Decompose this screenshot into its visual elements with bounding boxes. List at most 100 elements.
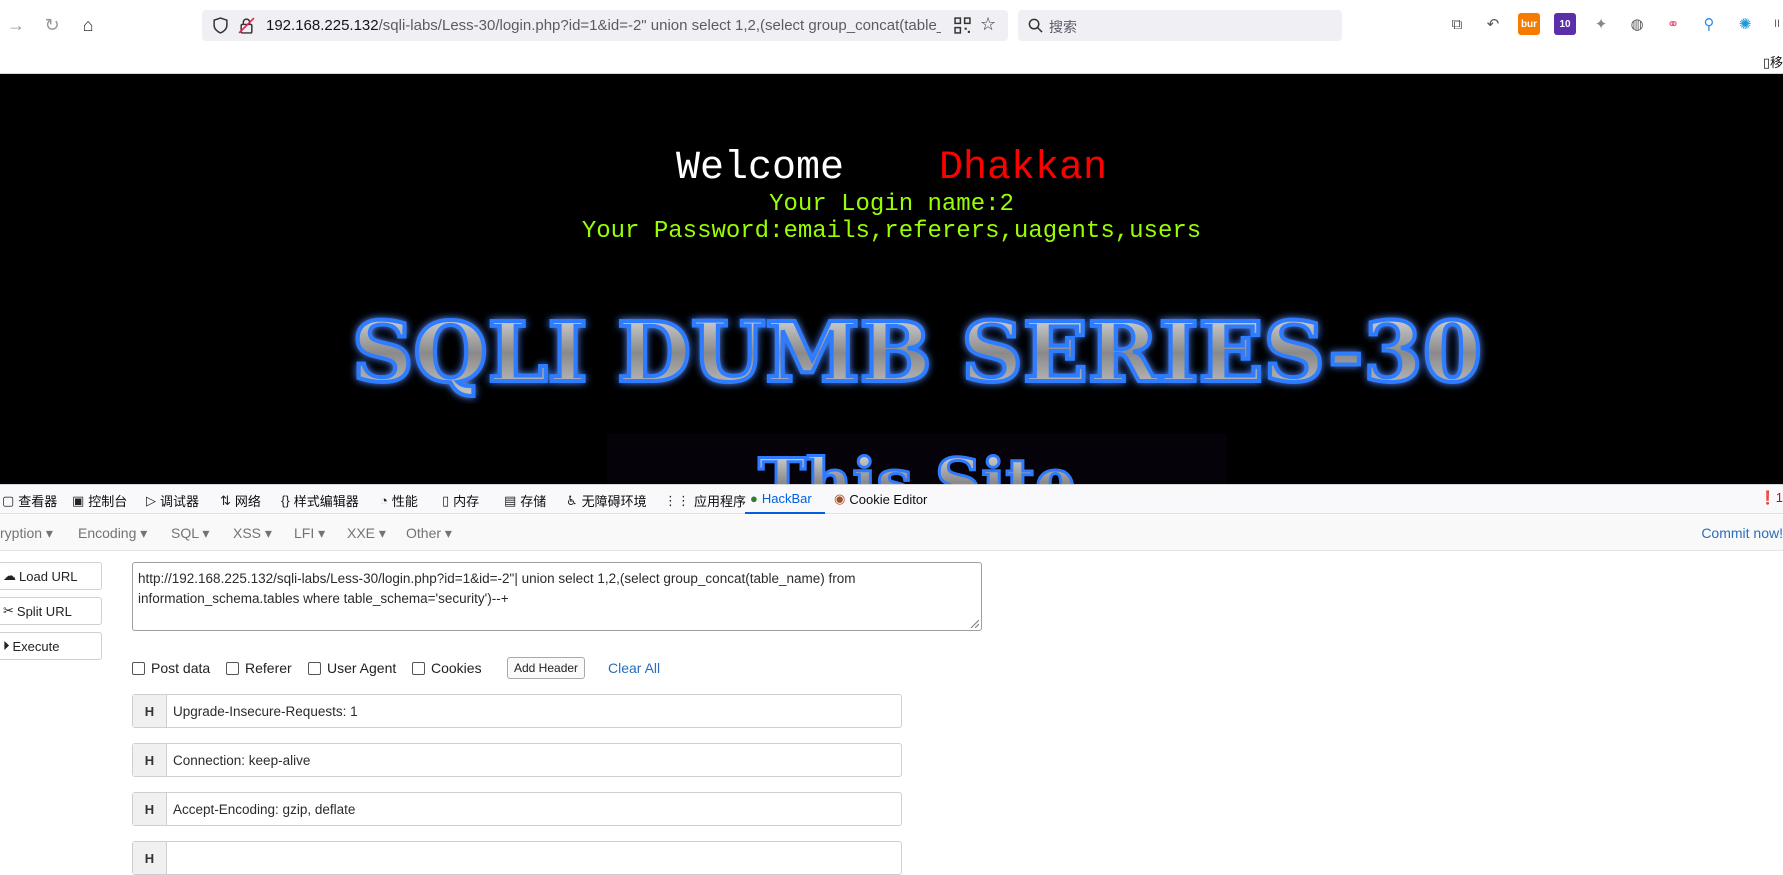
user-agent-checkbox[interactable] <box>308 661 321 675</box>
forward-icon[interactable]: → <box>4 13 28 37</box>
tab-network[interactable]: ⇅ 网络 <box>220 491 261 510</box>
site-banner: This Site <box>607 434 1227 484</box>
tab-hackbar[interactable]: ● HackBar <box>750 491 812 506</box>
address-bar[interactable]: 192.168.225.132/sqli-labs/Less-30/login.… <box>202 10 1008 41</box>
shield-icon[interactable] <box>212 17 229 34</box>
insecure-lock-icon[interactable] <box>238 17 255 34</box>
mobile-icon: ▯ <box>1762 55 1770 70</box>
split-url-button[interactable]: ✂ Split URL <box>0 597 102 625</box>
execute-button[interactable]: ⏵ Execute <box>0 632 102 660</box>
header-badge: H <box>133 793 167 825</box>
header-value[interactable]: Connection: keep-alive <box>167 744 310 776</box>
performance-icon: ◔ <box>380 493 388 508</box>
pin-icon[interactable]: ⚲ <box>1698 13 1720 35</box>
play-icon: ⏵ <box>3 638 10 653</box>
tab-performance[interactable]: ◔ 性能 <box>380 491 418 510</box>
tab-accessibility[interactable]: ♿ 无障碍环境 <box>566 491 647 510</box>
puzzle-icon[interactable]: ✦ <box>1590 13 1612 35</box>
storage-icon: ▤ <box>504 492 517 508</box>
header-row[interactable]: H <box>132 841 902 875</box>
tab-memory[interactable]: ▯ 内存 <box>442 491 479 510</box>
tab-style-editor[interactable]: {} 样式编辑器 <box>281 491 359 510</box>
post-data-option[interactable]: Post data <box>132 660 210 676</box>
login-name-line: Your Login name:2 <box>769 191 1014 218</box>
tab-application[interactable]: ⋮⋮ 应用程序 <box>664 491 746 510</box>
hackbar-menu: ryption ▾ Encoding ▾ SQL ▾ XSS ▾ LFI ▾ X… <box>0 515 1783 551</box>
header-row[interactable]: H Upgrade-Insecure-Requests: 1 <box>132 694 902 728</box>
devtools-tabbar: ▢ 查看器 ▣ 控制台 ▷ 调试器 ⇅ 网络 {} 样式编辑器 ◔ 性能 ▯ 内存 ▤ 存储 ♿… <box>0 485 1783 514</box>
user-agent-option[interactable]: User Agent <box>308 660 396 676</box>
crop-icon[interactable]: ⧉ <box>1446 13 1468 35</box>
tab-storage[interactable]: ▤ 存储 <box>504 491 546 510</box>
menu-other[interactable]: Other ▾ <box>406 525 452 542</box>
undo-icon[interactable]: ↶ <box>1482 13 1504 35</box>
header-row[interactable]: H Connection: keep-alive <box>132 743 902 777</box>
link-icon[interactable]: ⚭ <box>1662 13 1684 35</box>
cookie-editor-icon: ◉ <box>834 491 846 506</box>
network-icon: ⇅ <box>220 492 231 508</box>
header-value[interactable]: Upgrade-Insecure-Requests: 1 <box>167 695 358 727</box>
welcome-text: Welcome <box>675 146 844 191</box>
header-value[interactable] <box>167 842 173 874</box>
tab-inspector[interactable]: ▢ 查看器 <box>2 491 57 510</box>
scissors-icon: ✂ <box>3 603 14 618</box>
menu-encoding[interactable]: Encoding ▾ <box>78 525 147 542</box>
cookie-icon[interactable]: ◍ <box>1626 13 1648 35</box>
tab-console[interactable]: ▣ 控制台 <box>72 491 127 510</box>
commit-now-link[interactable]: Commit now! <box>1701 525 1783 541</box>
url-host: 192.168.225.132 <box>266 17 379 34</box>
menu-lfi[interactable]: LFI ▾ <box>294 525 325 542</box>
tab-debugger[interactable]: ▷ 调试器 <box>146 491 199 510</box>
header-badge: H <box>133 695 167 727</box>
hackbar-icon: ● <box>750 491 758 506</box>
reload-icon[interactable]: ↻ <box>40 13 64 37</box>
add-header-button[interactable]: Add Header <box>507 657 586 679</box>
page-viewport: Welcome Dhakkan Your Login name:2 Your Pa… <box>0 74 1783 484</box>
active-tab-indicator <box>745 512 825 514</box>
referer-option[interactable]: Referer <box>226 660 292 676</box>
menu-encryption[interactable]: ryption ▾ <box>0 525 53 542</box>
load-url-button[interactable]: ☁ Load URL <box>0 562 102 590</box>
url-text[interactable]: 192.168.225.132/sqli-labs/Less-30/login.… <box>266 17 941 34</box>
home-icon[interactable]: ⌂ <box>76 13 100 37</box>
header-value[interactable]: Accept-Encoding: gzip, deflate <box>167 793 355 825</box>
bookmark-star-icon[interactable]: ☆ <box>980 14 997 34</box>
header-row[interactable]: H Accept-Encoding: gzip, deflate <box>132 792 902 826</box>
burp-icon[interactable]: bur <box>1518 13 1540 35</box>
error-count-badge[interactable]: ❗1 <box>1760 490 1783 506</box>
cookies-checkbox[interactable] <box>412 661 425 675</box>
menu-xxe[interactable]: XXE ▾ <box>347 525 386 542</box>
download-badge-icon[interactable]: 10 <box>1554 13 1576 35</box>
referer-checkbox[interactable] <box>226 661 239 675</box>
accessibility-icon: ♿ <box>566 492 578 508</box>
style-editor-icon: {} <box>281 493 290 508</box>
translate-icon[interactable]: ✺ <box>1734 13 1756 35</box>
welcome-heading: Welcome Dhakkan <box>0 146 1783 191</box>
header-badge: H <box>133 842 167 874</box>
cloud-download-icon: ☁ <box>3 568 16 583</box>
url-textarea[interactable]: http://192.168.225.132/sqli-labs/Less-30… <box>132 562 982 631</box>
more-ext-icon[interactable]: II <box>1766 13 1783 35</box>
error-icon: ❗ <box>1759 490 1776 505</box>
url-line-1: http://192.168.225.132/sqli-labs/Less-30… <box>138 571 856 586</box>
clear-all-link[interactable]: Clear All <box>608 660 660 676</box>
tab-cookie-editor[interactable]: ◉ Cookie Editor <box>834 491 927 507</box>
resize-grip-icon[interactable] <box>969 618 979 628</box>
site-banner-text: This Site <box>758 445 1076 484</box>
post-data-checkbox[interactable] <box>132 661 145 675</box>
banner-text: SQLI DUMB SERIES-30 <box>352 305 1482 401</box>
application-icon: ⋮⋮ <box>664 492 690 508</box>
console-icon: ▣ <box>72 492 85 508</box>
devtools-panel: ▢ 查看器 ▣ 控制台 ▷ 调试器 ⇅ 网络 {} 样式编辑器 ◔ 性能 ▯ 内存 ▤ 存储 ♿… <box>0 484 1783 875</box>
user-name: Dhakkan <box>939 146 1108 191</box>
menu-sql[interactable]: SQL ▾ <box>171 525 209 542</box>
menu-xss[interactable]: XSS ▾ <box>233 525 272 542</box>
browser-toolbar: → ↻ ⌂ 192.168.225.132/sqli-labs/Less-30/… <box>0 0 1783 50</box>
bookmarks-toolbar: ▯移 <box>0 50 1783 74</box>
cookies-option[interactable]: Cookies <box>412 660 482 676</box>
search-bar[interactable]: 搜索 <box>1018 10 1342 41</box>
mobile-bookmarks[interactable]: ▯移 <box>1763 52 1783 71</box>
debugger-icon: ▷ <box>146 492 156 508</box>
url-path: /sqli-labs/Less-30/login.php?id=1&id=-2"… <box>378 17 941 34</box>
qr-code-icon[interactable] <box>954 17 971 34</box>
